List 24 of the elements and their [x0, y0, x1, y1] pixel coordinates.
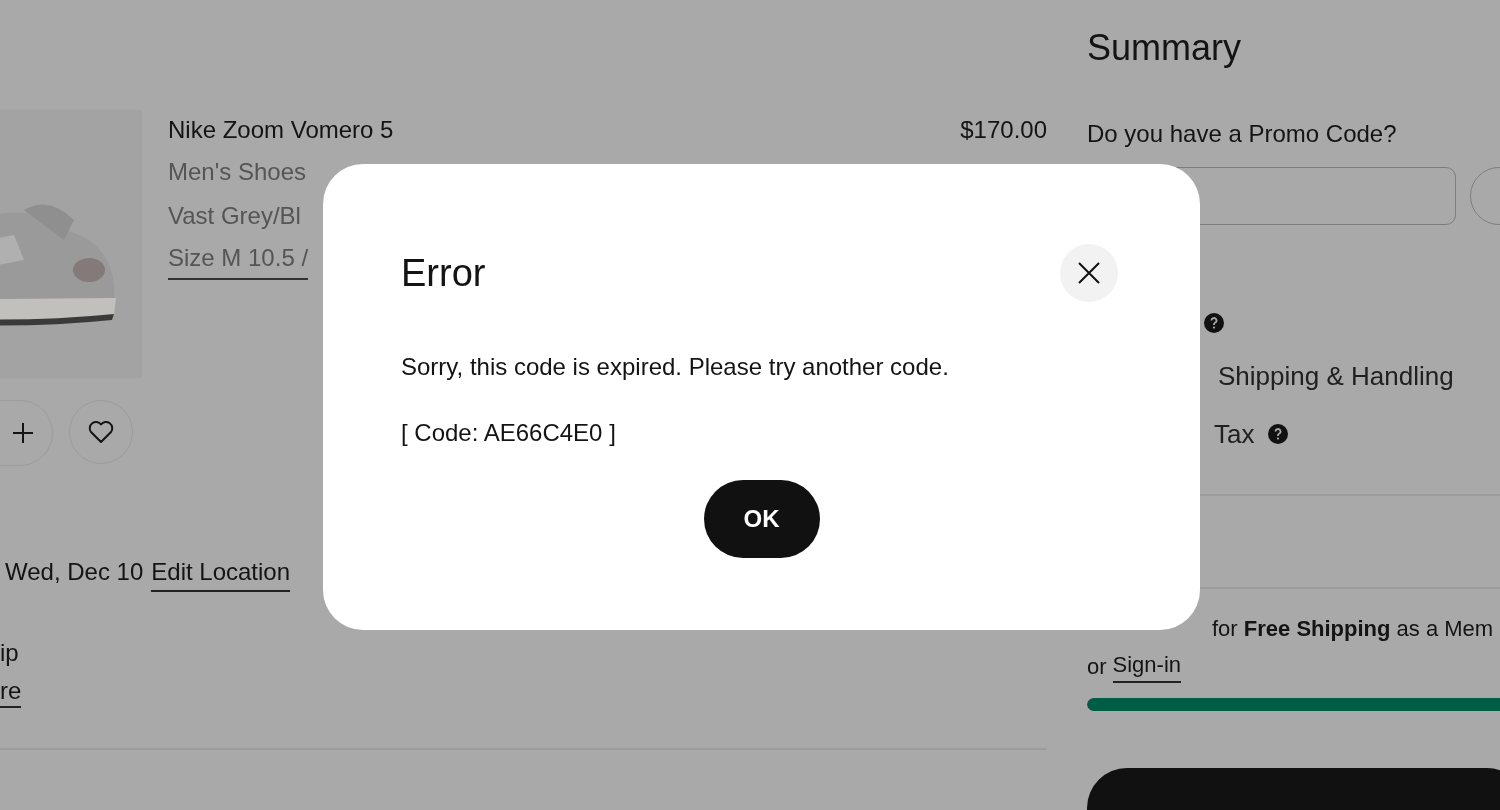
dialog-title: Error [401, 251, 486, 296]
promo-question: Do you have a Promo Code? [1087, 119, 1398, 149]
sign-in-prefix: or [1087, 653, 1107, 681]
sign-in-link[interactable]: Sign-in [1112, 651, 1182, 683]
edit-location-link[interactable]: Edit Location [151, 554, 291, 592]
product-color: Vast Grey/Bl [168, 201, 302, 231]
tax-label: Tax [1214, 418, 1255, 451]
delivery-date: Wed, Dec 10 [5, 557, 144, 587]
heart-icon [88, 420, 114, 444]
product-name: Nike Zoom Vomero 5 [168, 115, 394, 145]
help-icon[interactable] [1268, 424, 1289, 444]
product-price: $170.00 [960, 115, 1047, 145]
product-category: Men's Shoes [168, 157, 307, 187]
error-code: [ Code: AE66C4E0 ] [401, 418, 617, 448]
store-link[interactable]: re [0, 676, 22, 708]
close-icon [1077, 261, 1101, 285]
plus-icon[interactable] [12, 422, 34, 444]
error-message: Sorry, this code is expired. Please try another code. [401, 352, 950, 382]
pickup-text: ip [0, 638, 19, 668]
free-shipping-note: for Free Shipping as a Mem [1212, 615, 1494, 643]
summary-title: Summary [1087, 26, 1243, 70]
help-icon[interactable] [1204, 313, 1224, 333]
shipping-label: Shipping & Handling [1218, 360, 1455, 393]
ok-button[interactable]: OK [703, 480, 820, 558]
